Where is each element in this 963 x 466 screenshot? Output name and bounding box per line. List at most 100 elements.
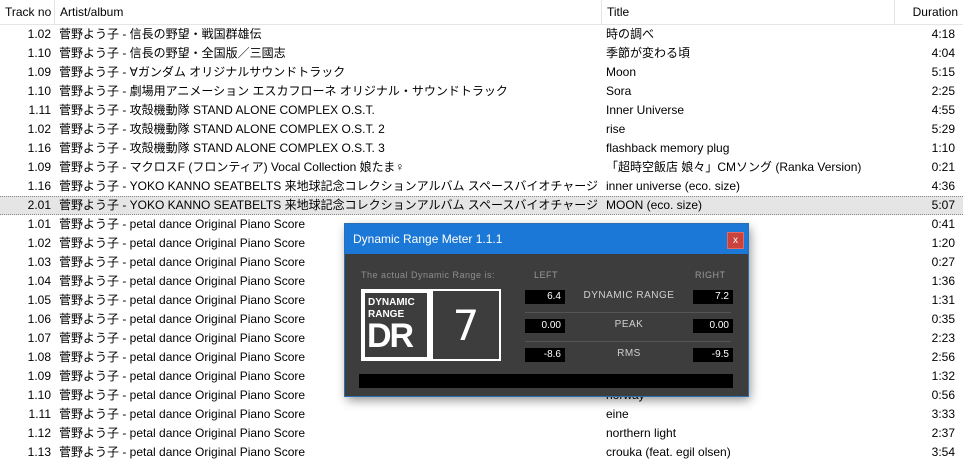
cell-track: 1.09 [27,160,51,174]
dr-window-title: Dynamic Range Meter 1.1.1 [353,232,503,246]
dr-title-bar[interactable]: Dynamic Range Meter 1.1.1 x [345,224,748,254]
cell-duration: 0:27 [931,255,955,269]
cell-artist: 菅野よう子 - 信長の野望・戦国群雄伝 [59,27,262,41]
dr-logo-line1: DYNAMIC [368,297,415,308]
cell-duration: 0:56 [931,388,955,402]
cell-duration: 4:36 [931,179,955,193]
cell-track: 1.11 [28,103,51,117]
cell-duration: 0:41 [931,217,955,231]
cell-title: eine [606,407,629,421]
column-header-duration[interactable]: Duration [895,0,963,24]
cell-duration: 2:23 [931,331,955,345]
dr-right-label: RIGHT [695,270,726,280]
cell-duration: 2:56 [931,350,955,364]
dr-left-dynamic-range: 6.4 [525,290,565,304]
dynamic-range-meter-window: Dynamic Range Meter 1.1.1 x The actual D… [345,224,748,396]
cell-track: 1.02 [27,27,51,41]
cell-title: 「超時空飯店 娘々」CMソング (Ranka Version) [606,160,862,174]
cell-track: 1.16 [27,179,51,193]
cell-track: 1.10 [27,388,51,402]
cell-track: 1.02 [27,122,51,136]
cell-duration: 4:55 [931,103,955,117]
cell-artist: 菅野よう子 - petal dance Original Piano Score [59,426,306,440]
cell-title: Sora [606,84,632,98]
table-row[interactable]: 1.11 菅野よう子 - petal dance Original Piano S… [0,405,963,424]
column-header-artist[interactable]: Artist/album [55,0,602,24]
dr-separator [525,341,731,342]
cell-title: 時の調べ [606,27,655,41]
cell-artist: 菅野よう子 - 攻殻機動隊 STAND ALONE COMPLEX O.S.T.… [59,122,385,136]
cell-track: 1.11 [28,407,51,421]
dr-right-dynamic-range: 7.2 [693,290,733,304]
dr-body: The actual Dynamic Range is: LEFT RIGHT … [345,254,748,396]
dr-logo-line3: DR [367,317,414,355]
cell-duration: 2:25 [931,84,955,98]
dr-left-peak: 0.00 [525,319,565,333]
cell-track: 1.02 [27,236,51,250]
cell-artist: 菅野よう子 - petal dance Original Piano Score [59,445,306,459]
cell-track: 1.10 [27,46,51,60]
cell-duration: 2:37 [931,426,955,440]
dr-subtitle: The actual Dynamic Range is: [361,270,496,280]
cell-duration: 5:29 [931,122,955,136]
column-header-track[interactable]: Track no [0,0,55,24]
cell-artist: 菅野よう子 - 攻殻機動隊 STAND ALONE COMPLEX O.S.T.… [59,141,385,155]
cell-duration: 0:21 [931,160,955,174]
dr-separator [525,312,731,313]
cell-duration: 4:18 [931,27,955,41]
table-row[interactable]: 2.01 菅野よう子 - YOKO KANNO SEATBELTS 来地球記念コレ… [0,196,963,215]
cell-title: inner universe (eco. size) [606,179,741,193]
cell-track: 1.16 [27,141,51,155]
dr-metric-rms: RMS [617,348,641,359]
cell-track: 1.05 [27,293,51,307]
table-row[interactable]: 1.10 菅野よう子 - 信長の野望・全国版／三國志 季節が変わる頃 4:04 [0,44,963,63]
cell-artist: 菅野よう子 - 攻殻機動隊 STAND ALONE COMPLEX O.S.T. [59,103,375,117]
table-row[interactable]: 1.12 菅野よう子 - petal dance Original Piano S… [0,424,963,443]
dr-metric-peak: PEAK [614,319,644,330]
cell-duration: 3:33 [931,407,955,421]
cell-title: crouka (feat. egil olsen) [606,445,731,459]
dr-left-label: LEFT [534,270,559,280]
cell-track: 1.01 [27,217,51,231]
cell-duration: 4:04 [931,46,955,60]
dr-logo: DYNAMIC RANGE DR [361,289,431,361]
dr-left-rms: -8.6 [525,348,565,362]
cell-artist: 菅野よう子 - petal dance Original Piano Score [59,407,306,421]
cell-artist: 菅野よう子 - ∀ガンダム オリジナルサウンドトラック [59,65,346,79]
table-row[interactable]: 1.11 菅野よう子 - 攻殻機動隊 STAND ALONE COMPLEX O.… [0,101,963,120]
cell-title: 季節が変わる頃 [606,46,691,60]
dr-value-box: 7 [431,289,501,361]
dr-progress-bar [359,374,733,388]
cell-track: 1.12 [27,426,51,440]
table-row[interactable]: 1.09 菅野よう子 - ∀ガンダム オリジナルサウンドトラック Moon 5:15 [0,63,963,82]
table-row[interactable]: 1.02 菅野よう子 - 信長の野望・戦国群雄伝 時の調べ 4:18 [0,25,963,44]
cell-duration: 1:31 [931,293,955,307]
cell-track: 1.04 [27,274,51,288]
cell-track: 1.10 [27,84,51,98]
cell-artist: 菅野よう子 - 劇場用アニメーション エスカフローネ オリジナル・サウンドトラッ… [59,84,508,98]
dr-right-rms: -9.5 [693,348,733,362]
cell-track: 1.07 [27,331,51,345]
cell-track: 1.08 [27,350,51,364]
cell-track: 1.09 [27,369,51,383]
cell-duration: 3:54 [931,445,955,459]
cell-title: rise [606,122,626,136]
table-row[interactable]: 1.10 菅野よう子 - 劇場用アニメーション エスカフローネ オリジナル・サウン… [0,82,963,101]
table-row[interactable]: 1.09 菅野よう子 - マクロスF (フロンティア) Vocal Collect… [0,158,963,177]
cell-duration: 5:15 [931,65,955,79]
cell-track: 1.03 [27,255,51,269]
table-row[interactable]: 1.16 菅野よう子 - YOKO KANNO SEATBELTS 来地球記念コレ… [0,177,963,196]
cell-title: Moon [606,65,637,79]
cell-duration: 5:07 [931,198,955,212]
cell-artist: 菅野よう子 - 信長の野望・全国版／三國志 [59,46,286,60]
table-row[interactable]: 1.02 菅野よう子 - 攻殻機動隊 STAND ALONE COMPLEX O.… [0,120,963,139]
column-header-bar: Track no Artist/album Title Duration [0,0,963,25]
table-row[interactable]: 1.16 菅野よう子 - 攻殻機動隊 STAND ALONE COMPLEX O.… [0,139,963,158]
cell-duration: 1:32 [931,369,955,383]
table-row[interactable]: 1.13 菅野よう子 - petal dance Original Piano S… [0,443,963,462]
cell-track: 1.06 [27,312,51,326]
cell-title: Inner Universe [606,103,685,117]
cell-track: 1.09 [27,65,51,79]
close-button[interactable]: x [727,232,744,249]
column-header-title[interactable]: Title [602,0,895,24]
